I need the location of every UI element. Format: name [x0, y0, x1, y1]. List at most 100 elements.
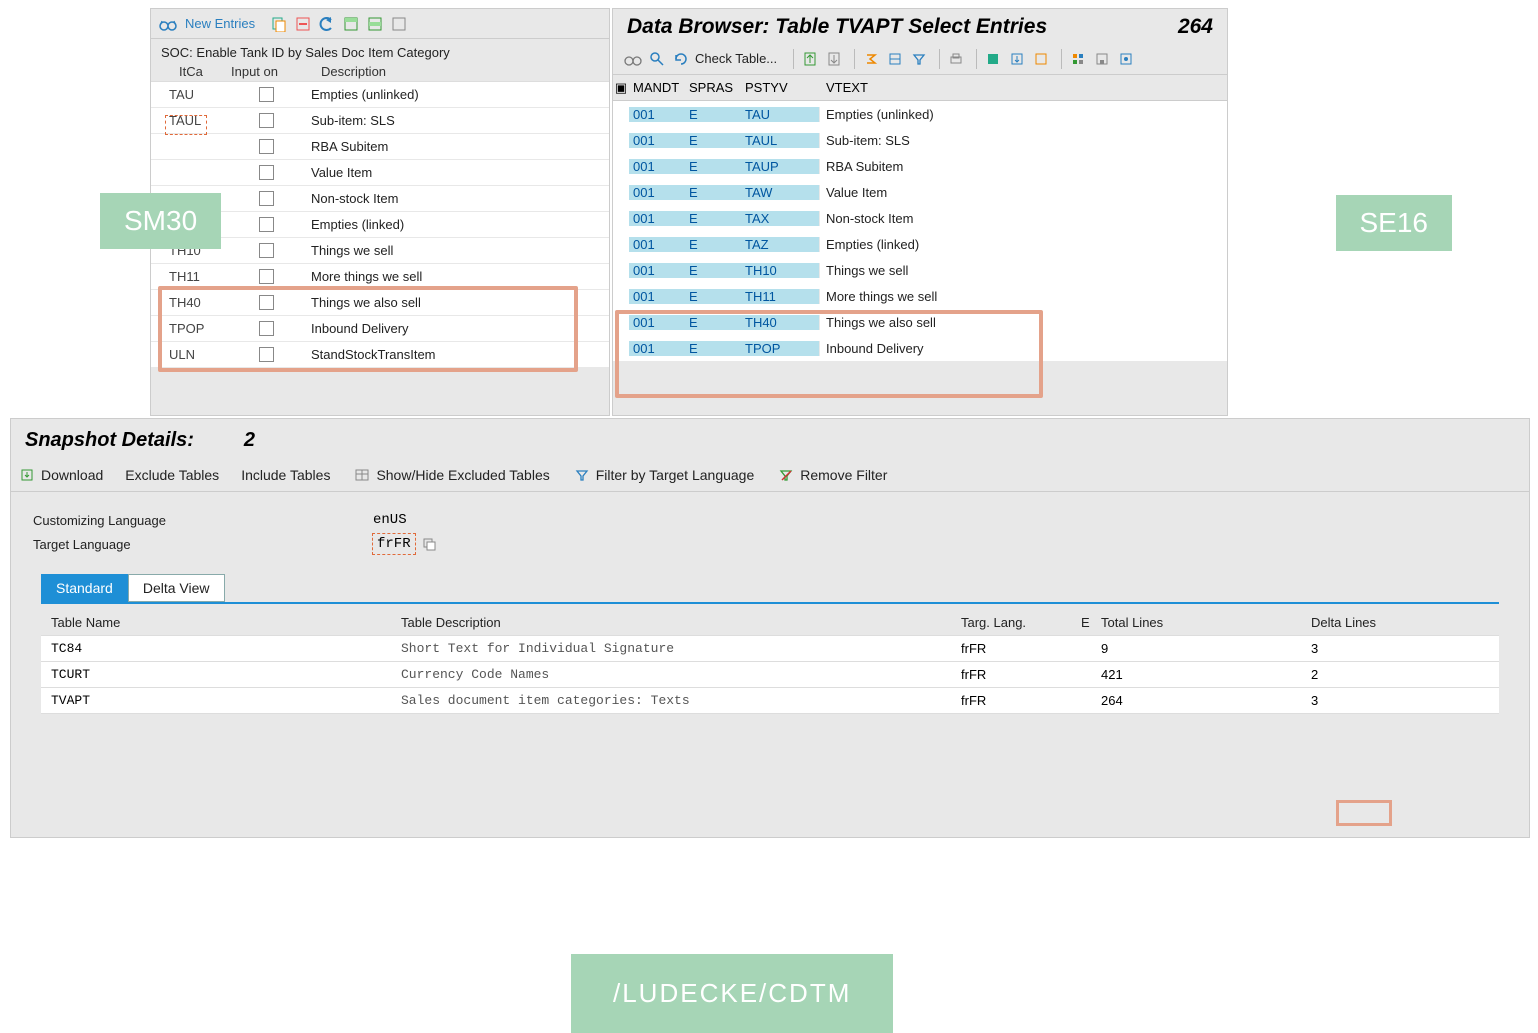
value-help-icon[interactable] — [419, 535, 439, 553]
cell-delta: 3 — [1311, 641, 1431, 656]
excel-icon[interactable] — [983, 50, 1003, 68]
select-block-icon[interactable] — [365, 15, 385, 33]
col-table-desc[interactable]: Table Description — [401, 615, 961, 630]
cell-pstyv: TAX — [745, 211, 819, 226]
col-e[interactable]: E — [1081, 615, 1101, 630]
subtotal-icon[interactable] — [885, 50, 905, 68]
snapshot-tabs: Standard Delta View — [41, 574, 1529, 602]
grid-layout-icon[interactable] — [1068, 50, 1088, 68]
table-row[interactable]: 001ETAWValue Item — [613, 179, 1227, 205]
table-row[interactable]: 001ETAXNon-stock Item — [613, 205, 1227, 231]
deselect-all-icon[interactable] — [389, 15, 409, 33]
exclude-tables-button[interactable]: Exclude Tables — [125, 467, 219, 483]
cell-total: 9 — [1101, 641, 1311, 656]
cell-table-name: TC84 — [41, 641, 401, 656]
check-table-button[interactable]: Check Table... — [695, 51, 777, 66]
cell-desc: Sub-item: SLS — [311, 113, 609, 128]
refresh-icon[interactable] — [671, 50, 691, 68]
showhide-button[interactable]: Show/Hide Excluded Tables — [376, 467, 549, 483]
cell-itca: ULN — [151, 347, 221, 362]
col-delta-lines[interactable]: Delta Lines — [1311, 615, 1431, 630]
checkbox[interactable] — [259, 139, 274, 154]
table-row[interactable]: TAUEmpties (unlinked) — [151, 82, 609, 108]
tab-separator — [41, 602, 1499, 604]
tgt-lang-field[interactable]: frFR — [373, 534, 415, 554]
table-row[interactable]: RBA Subitem — [151, 134, 609, 160]
col-input: Input on — [231, 64, 321, 79]
table-row[interactable]: TAULSub-item: SLS — [151, 108, 609, 134]
remove-filter-button[interactable]: Remove Filter — [800, 467, 887, 483]
sort-desc-icon[interactable] — [824, 50, 844, 68]
checkbox[interactable] — [259, 347, 274, 362]
checkbox[interactable] — [259, 269, 274, 284]
cell-pstyv: TAZ — [745, 237, 819, 252]
search-icon[interactable] — [647, 50, 667, 68]
new-entries-button[interactable]: New Entries — [185, 16, 255, 31]
download-button[interactable]: Download — [41, 467, 103, 483]
se16-panel: Data Browser: Table TVAPT Select Entries… — [612, 8, 1228, 416]
filter-icon[interactable] — [909, 50, 929, 68]
table-row[interactable]: Value Item — [151, 160, 609, 186]
checkbox[interactable] — [259, 217, 274, 232]
snapshot-grid-headers: Table Name Table Description Targ. Lang.… — [41, 610, 1499, 636]
undo-icon[interactable] — [317, 15, 337, 33]
col-table-name[interactable]: Table Name — [41, 615, 401, 630]
table-row[interactable]: 001ETPOPInbound Delivery — [613, 335, 1227, 361]
display-change-icon[interactable] — [159, 17, 177, 31]
download-icon[interactable] — [17, 466, 37, 484]
table-icon[interactable] — [352, 466, 372, 484]
table-row[interactable]: 001ETH10Things we sell — [613, 257, 1227, 283]
table-row[interactable]: TCURTCurrency Code NamesfrFR4212 — [41, 662, 1499, 688]
col-targ-lang[interactable]: Targ. Lang. — [961, 615, 1081, 630]
checkbox[interactable] — [259, 243, 274, 258]
cell-desc: Inbound Delivery — [311, 321, 609, 336]
table-row[interactable]: ULNStandStockTransItem — [151, 342, 609, 368]
print-icon[interactable] — [946, 50, 966, 68]
checkbox[interactable] — [259, 191, 274, 206]
tab-standard[interactable]: Standard — [41, 574, 128, 602]
col-total-lines[interactable]: Total Lines — [1101, 615, 1311, 630]
layout-change-icon[interactable] — [1031, 50, 1051, 68]
filter-icon[interactable] — [572, 466, 592, 484]
select-all-icon[interactable] — [341, 15, 361, 33]
export-icon[interactable] — [1007, 50, 1027, 68]
annotation-se16: SE16 — [1336, 195, 1453, 251]
col-pstyv[interactable]: PSTYV — [745, 80, 819, 95]
checkbox[interactable] — [259, 113, 274, 128]
copy-icon[interactable] — [269, 15, 289, 33]
delete-row-icon[interactable] — [293, 15, 313, 33]
table-row[interactable]: TH40Things we also sell — [151, 290, 609, 316]
cell-spras: E — [689, 159, 745, 174]
table-row[interactable]: TC84Short Text for Individual Signaturef… — [41, 636, 1499, 662]
col-spras[interactable]: SPRAS — [689, 80, 745, 95]
checkbox[interactable] — [259, 165, 274, 180]
table-row[interactable]: 001ETH40Things we also sell — [613, 309, 1227, 335]
tab-delta-view[interactable]: Delta View — [128, 574, 225, 602]
sort-asc-icon[interactable] — [800, 50, 820, 68]
table-row[interactable]: TH11More things we sell — [151, 264, 609, 290]
table-row[interactable]: 001ETAUPRBA Subitem — [613, 153, 1227, 179]
table-row[interactable]: 001ETAUEmpties (unlinked) — [613, 101, 1227, 127]
checkbox[interactable] — [259, 87, 274, 102]
cell-input — [221, 321, 311, 336]
table-row[interactable]: 001ETAULSub-item: SLS — [613, 127, 1227, 153]
include-tables-button[interactable]: Include Tables — [241, 467, 330, 483]
cell-mandt: 001 — [629, 185, 689, 200]
remove-filter-icon[interactable] — [776, 466, 796, 484]
sum-icon[interactable] — [861, 50, 881, 68]
table-row[interactable]: 001ETAZEmpties (linked) — [613, 231, 1227, 257]
glasses-icon[interactable] — [623, 50, 643, 68]
focus-indicator — [165, 115, 207, 135]
layout-manage-icon[interactable] — [1116, 50, 1136, 68]
table-row[interactable]: TPOPInbound Delivery — [151, 316, 609, 342]
checkbox[interactable] — [259, 295, 274, 310]
col-mandt[interactable]: MANDT — [629, 80, 689, 95]
se16-headers: ▣ MANDT SPRAS PSTYV VTEXT — [613, 75, 1227, 101]
layout-save-icon[interactable] — [1092, 50, 1112, 68]
row-select-head[interactable]: ▣ — [613, 80, 629, 96]
table-row[interactable]: 001ETH11More things we sell — [613, 283, 1227, 309]
table-row[interactable]: TVAPTSales document item categories: Tex… — [41, 688, 1499, 714]
filter-by-lang-button[interactable]: Filter by Target Language — [596, 467, 755, 483]
checkbox[interactable] — [259, 321, 274, 336]
col-vtext[interactable]: VTEXT — [819, 80, 1227, 95]
